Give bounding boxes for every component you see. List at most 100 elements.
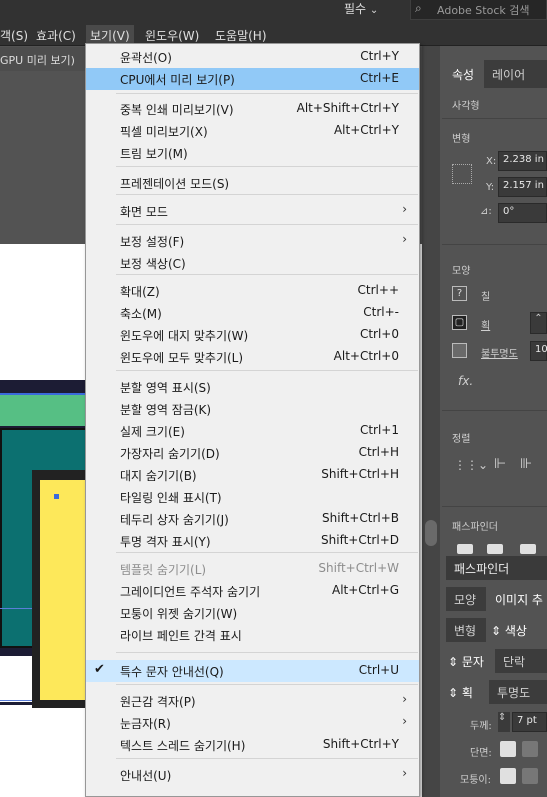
menu-item[interactable]: 픽셀 미리보기(X) Alt+Ctrl+Y <box>86 120 419 142</box>
anchor-point-handle[interactable] <box>54 494 59 499</box>
miter-join-icon[interactable] <box>500 768 516 784</box>
menu-item-label: 눈금자(R) <box>120 717 171 731</box>
canvas-scrollbar[interactable] <box>422 46 440 797</box>
menu-item[interactable]: 테두리 상자 숨기기(J) Shift+Ctrl+B <box>86 508 419 530</box>
tab-transparency[interactable]: 투명도 <box>489 680 547 704</box>
search-icon: ⌕ <box>415 1 422 15</box>
menu-item-shortcut: Alt+Ctrl+Y <box>333 123 399 137</box>
stock-search-input[interactable]: ⌕ Adobe Stock 검색 <box>410 0 547 20</box>
tab-paragraph[interactable]: 단락 <box>495 649 547 673</box>
menu-item[interactable]: 축소(M) Ctrl+- <box>86 302 419 324</box>
pathfinder-minus-icon[interactable] <box>487 544 503 554</box>
align-to-icon[interactable]: ⋮⋮⌄ <box>454 458 488 472</box>
menu-item-label: 타일링 인쇄 표시(T) <box>120 491 222 505</box>
menu-item[interactable]: 그레이디언트 주석자 숨기기 Alt+Ctrl+G <box>86 580 419 602</box>
menu-effect[interactable]: 효과(C) <box>36 27 76 44</box>
x-field[interactable]: 2.238 in <box>498 151 547 171</box>
artwork-yellow-rect[interactable] <box>40 480 88 700</box>
tab-stroke[interactable]: ⇕ 획 <box>446 680 488 704</box>
menu-item[interactable]: 대지 숨기기(B) Shift+Ctrl+H <box>86 464 419 486</box>
menu-item-shortcut: Alt+Ctrl+G <box>331 583 399 597</box>
opacity-field[interactable]: 10 <box>530 341 547 361</box>
menu-item[interactable]: 텍스트 스레드 숨기기(H) Shift+Ctrl+Y <box>86 734 419 756</box>
tab-transform-docked[interactable]: 변형 <box>446 618 486 642</box>
menu-item[interactable]: 중복 인쇄 미리보기(V) Alt+Shift+Ctrl+Y <box>86 98 419 120</box>
menu-item[interactable]: 분할 영역 잠금(K) <box>86 398 419 420</box>
menu-item[interactable]: 윤곽선(O) Ctrl+Y <box>86 46 419 68</box>
menu-item[interactable]: 확대(Z) Ctrl++ <box>86 280 419 302</box>
pathfinder-intersect-icon[interactable] <box>520 544 536 554</box>
menu-item-label: 테두리 상자 숨기기(J) <box>120 513 229 527</box>
angle-field[interactable]: 0° <box>498 203 547 223</box>
artwork-white-box[interactable] <box>0 656 36 702</box>
menu-item-shortcut: Ctrl+- <box>363 305 399 319</box>
menu-item[interactable]: 실제 크기(E) Ctrl+1 <box>86 420 419 442</box>
menu-item[interactable]: 눈금자(R) › <box>86 712 419 734</box>
menu-item-shortcut: Ctrl++ <box>357 283 399 297</box>
menu-item-shortcut: Shift+Ctrl+Y <box>322 737 399 751</box>
submenu-arrow-icon: › <box>402 714 407 728</box>
document-tab[interactable]: GPU 미리 보기) <box>0 47 90 71</box>
menu-item[interactable]: 투명 격자 표시(Y) Shift+Ctrl+D <box>86 530 419 552</box>
opacity-label[interactable]: 불투명도 <box>481 345 518 360</box>
tab-layers[interactable]: 레이어 <box>492 66 525 83</box>
fill-swatch-icon[interactable]: ? <box>452 286 467 301</box>
menu-window[interactable]: 윈도우(W) <box>145 27 199 44</box>
menu-item[interactable]: 안내선(U) › <box>86 764 419 786</box>
menu-item[interactable]: ✔ 특수 문자 안내선(Q) Ctrl+U <box>86 660 419 682</box>
view-menu: 윤곽선(O) Ctrl+Y CPU에서 미리 보기(P) Ctrl+E 중복 인쇄 미리… <box>85 43 420 797</box>
tab-image-trace[interactable]: 이미지 추 <box>487 587 547 611</box>
menu-item[interactable]: CPU에서 미리 보기(P) Ctrl+E <box>86 68 419 90</box>
swap-icon: ⇕ <box>491 624 502 638</box>
menu-item-label: CPU에서 미리 보기(P) <box>120 73 235 87</box>
menu-item[interactable]: 보정 설정(F) › <box>86 230 419 252</box>
scrollbar-thumb[interactable] <box>425 520 437 546</box>
round-join-icon[interactable] <box>522 768 538 784</box>
angle-icon: ⊿: <box>480 206 492 217</box>
weight-stepper[interactable]: ⇕ <box>498 712 510 732</box>
y-label: Y: <box>486 182 495 193</box>
menu-item[interactable]: 모퉁이 위젯 숨기기(W) <box>86 602 419 624</box>
menu-item[interactable]: 프레젠테이션 모드(S) <box>86 172 419 194</box>
menu-item[interactable]: 트림 보기(M) <box>86 142 419 164</box>
stroke-weight-stepper[interactable]: ⌃ <box>530 312 547 334</box>
menu-item[interactable]: 가장자리 숨기기(D) Ctrl+H <box>86 442 419 464</box>
menu-object[interactable]: 객(S) <box>0 27 28 44</box>
workspace-switcher[interactable]: 필수 ⌄ <box>344 0 378 17</box>
tab-color[interactable]: ⇕ 색상 <box>487 618 547 642</box>
application-bar: 필수 ⌄ ⌕ Adobe Stock 검색 <box>0 0 547 24</box>
y-field[interactable]: 2.157 in <box>498 177 547 197</box>
menu-item-label: 프레젠테이션 모드(S) <box>120 177 230 191</box>
cap-label: 단면: <box>470 748 492 759</box>
menu-item-label: 윈도우에 모두 맞추기(L) <box>120 351 244 365</box>
menu-help[interactable]: 도움말(H) <box>215 27 267 44</box>
menu-item[interactable]: 윈도우에 모두 맞추기(L) Alt+Ctrl+0 <box>86 346 419 368</box>
menu-item-shortcut: Ctrl+1 <box>359 423 399 437</box>
menu-item-label: 특수 문자 안내선(Q) <box>120 665 224 679</box>
pathfinder-unite-icon[interactable] <box>457 544 473 554</box>
menu-view[interactable]: 보기(V) <box>86 25 134 45</box>
tab-properties[interactable]: 속성 <box>442 60 484 88</box>
reference-point-icon[interactable] <box>452 164 472 184</box>
menu-item[interactable]: 보정 색상(C) <box>86 252 419 274</box>
tab-character[interactable]: ⇕ 문자 <box>446 649 494 673</box>
menu-item[interactable]: 화면 모드 › <box>86 200 419 222</box>
menu-item[interactable]: 타일링 인쇄 표시(T) <box>86 486 419 508</box>
artwork-green-bar[interactable] <box>0 393 88 426</box>
menu-item[interactable]: 라이브 페인트 간격 표시 <box>86 624 419 646</box>
fx-button[interactable]: fx. <box>458 374 473 388</box>
menu-item[interactable]: 분할 영역 표시(S) <box>86 376 419 398</box>
align-center-icon[interactable]: ⊪ <box>520 456 532 472</box>
round-cap-icon[interactable] <box>522 741 538 757</box>
tab-appearance-docked[interactable]: 모양 <box>446 587 486 611</box>
menu-item-label: 대지 숨기기(B) <box>120 469 197 483</box>
align-left-icon[interactable]: ⊩ <box>494 456 506 472</box>
tab-pathfinder-docked[interactable]: 패스파인더 <box>446 556 547 580</box>
menu-item[interactable]: 윈도우에 대지 맞추기(W) Ctrl+0 <box>86 324 419 346</box>
stroke-label[interactable]: 획 <box>481 317 490 332</box>
butt-cap-icon[interactable] <box>500 741 516 757</box>
weight-field[interactable]: 7 pt <box>512 712 547 732</box>
swap-icon: ⇕ <box>448 655 459 669</box>
menu-item[interactable]: 원근감 격자(P) › <box>86 690 419 712</box>
stroke-swatch-icon[interactable]: ▢ <box>452 315 467 330</box>
